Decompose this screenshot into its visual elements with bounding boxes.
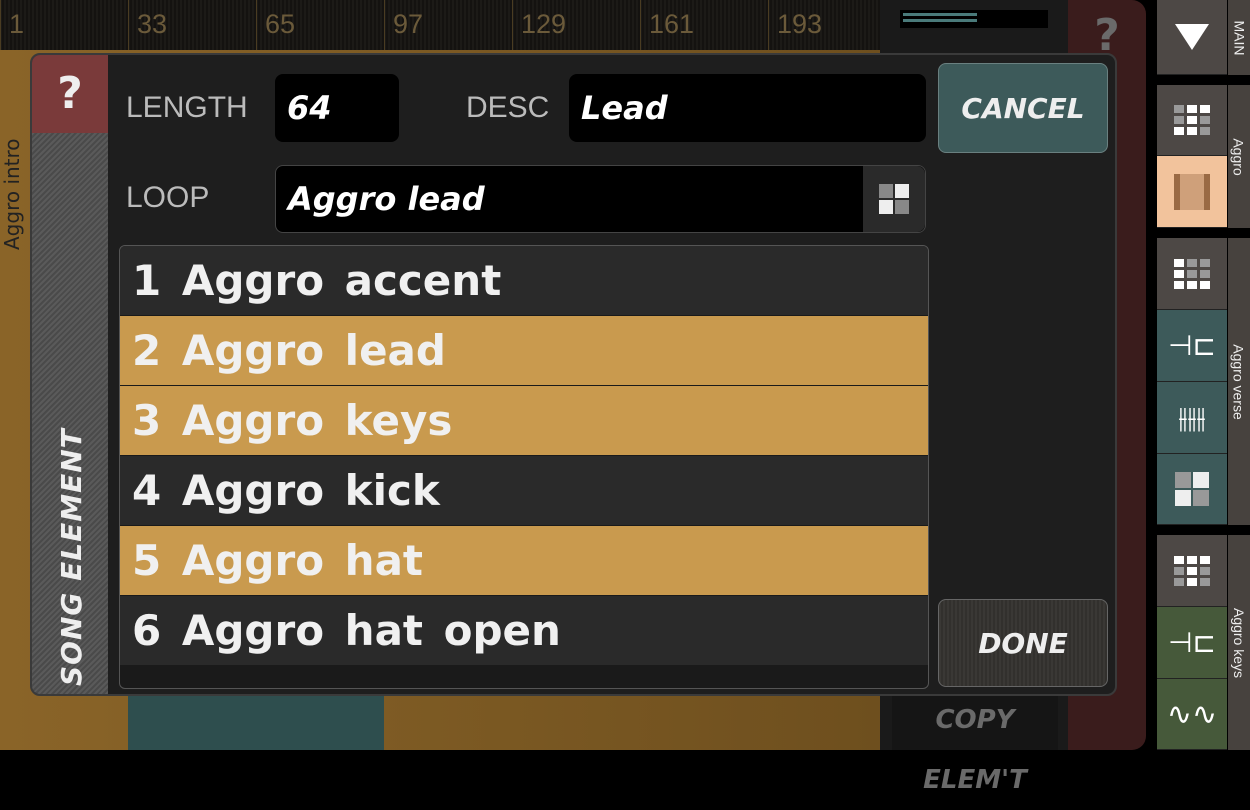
triangle-down-icon <box>1175 24 1209 50</box>
loop-list[interactable]: 1 Aggro accent 2 Aggro lead 3 Aggro keys… <box>119 245 929 689</box>
section-aggro: Aggro <box>1157 85 1250 228</box>
list-item[interactable]: 2 Aggro lead <box>120 316 928 386</box>
grid-icon <box>1174 105 1210 135</box>
loop-grid-icon[interactable] <box>863 166 925 232</box>
sliders-icon: ⫲⫲⫲ <box>1178 400 1206 434</box>
list-item[interactable]: 5 Aggro hat <box>120 526 928 596</box>
section-label: Aggro verse <box>1231 343 1248 420</box>
song-element-button[interactable] <box>1157 156 1227 228</box>
list-item[interactable]: 4 Aggro kick <box>120 456 928 526</box>
track-sidebar: MAIN Aggro ⊣⊏ ⫲⫲⫲ Aggro verse ⊣⊏ ∿∿ Aggr… <box>1157 0 1250 750</box>
bar-tick: 1 <box>0 0 24 50</box>
bar-tick: 129 <box>512 0 566 50</box>
dialog-title: SONG ELEMENT <box>55 428 88 686</box>
collapse-button[interactable] <box>1157 0 1227 75</box>
section-label: Aggro keys <box>1231 607 1248 678</box>
bar-tick: 97 <box>384 0 423 50</box>
bar-tick: 65 <box>256 0 295 50</box>
level-meter <box>900 10 1048 28</box>
section-main: MAIN <box>1157 0 1250 75</box>
loop-label: LOOP <box>126 181 210 214</box>
grid-icon <box>1174 555 1210 586</box>
loop-button[interactable] <box>1157 454 1227 525</box>
song-element-block[interactable] <box>128 690 384 750</box>
list-item[interactable]: 1 Aggro accent <box>120 246 928 316</box>
length-field[interactable]: 64 <box>275 74 399 142</box>
loop-value: Aggro lead <box>288 180 485 218</box>
list-item[interactable]: 6 Aggro hat open <box>120 596 928 666</box>
desc-field[interactable]: Lead <box>569 74 926 142</box>
dialog-side-strip: SONG ELEMENT <box>32 133 108 694</box>
desc-label: DESC <box>466 91 550 124</box>
list-item[interactable]: 3 Aggro keys <box>120 386 928 456</box>
mixer-button[interactable]: ⫲⫲⫲ <box>1157 382 1227 454</box>
routing-button[interactable]: ⊣⊏ <box>1157 310 1227 382</box>
cancel-button[interactable]: CANCEL <box>938 63 1108 153</box>
grid-icon <box>1174 258 1210 289</box>
block-icon <box>1174 173 1210 210</box>
pattern-grid-button[interactable] <box>1157 535 1227 607</box>
section-label: MAIN <box>1231 20 1247 55</box>
section-aggro-keys: ⊣⊏ ∿∿ Aggro keys <box>1157 535 1250 750</box>
loop-grid-icon <box>1175 472 1209 506</box>
routing-button[interactable]: ⊣⊏ <box>1157 607 1227 679</box>
copy-element-button[interactable]: COPY ELEM'T <box>892 690 1058 795</box>
waveform-icon: ∿∿ <box>1166 696 1218 732</box>
help-button[interactable]: ? <box>32 55 108 133</box>
pattern-grid-button[interactable] <box>1157 85 1227 156</box>
track-label: Aggro intro <box>0 138 24 250</box>
pattern-grid-button[interactable] <box>1157 238 1227 310</box>
loop-field[interactable]: Aggro lead <box>275 165 926 233</box>
timeline-ruler[interactable]: 1 33 65 97 129 161 193 <box>0 0 880 50</box>
song-element-dialog: ? SONG ELEMENT LENGTH 64 DESC Lead CANCE… <box>30 53 1117 696</box>
bar-tick: 193 <box>768 0 822 50</box>
done-button[interactable]: DONE <box>938 599 1108 687</box>
synth-button[interactable]: ∿∿ <box>1157 679 1227 750</box>
routing-icon: ⊣⊏ <box>1168 329 1216 362</box>
section-label: Aggro <box>1231 137 1248 176</box>
routing-icon: ⊣⊏ <box>1168 626 1216 659</box>
bar-tick: 161 <box>640 0 694 50</box>
bar-tick: 33 <box>128 0 167 50</box>
length-label: LENGTH <box>126 91 248 124</box>
section-aggro-verse: ⊣⊏ ⫲⫲⫲ Aggro verse <box>1157 238 1250 525</box>
